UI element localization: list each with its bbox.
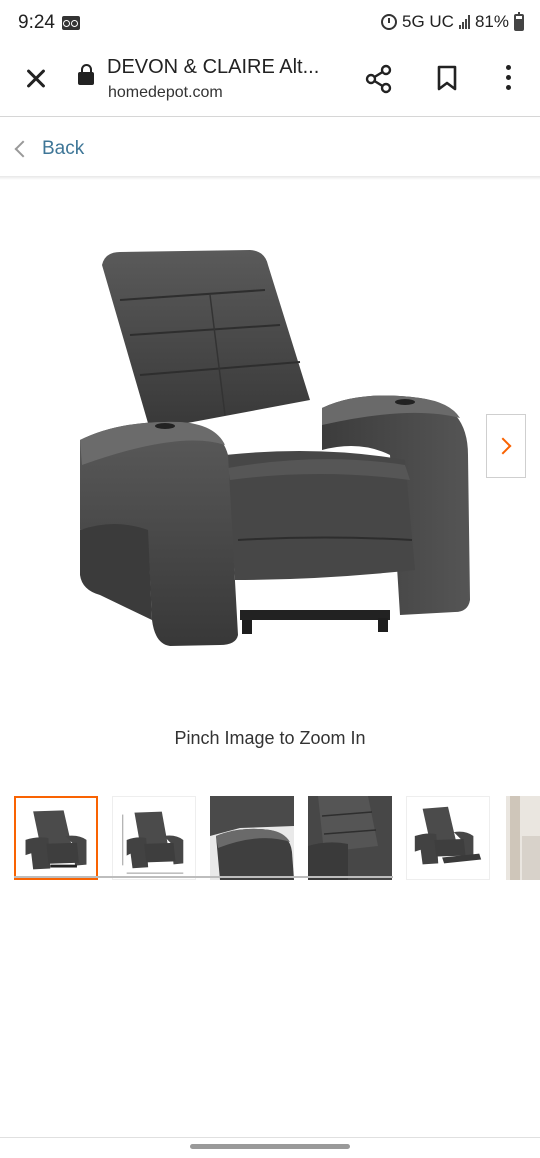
close-icon[interactable] [20, 64, 50, 94]
recliner-front-thumbnail[interactable] [14, 796, 98, 880]
armrest-closeup-thumbnail[interactable] [210, 796, 294, 880]
back-link[interactable]: Back [0, 118, 540, 178]
browser-toolbar: DEVON & CLAIRE Alt... homedepot.com [0, 46, 540, 116]
recliner-reclined-thumbnail[interactable] [406, 796, 490, 880]
alarm-icon [381, 14, 397, 30]
thumbnail-scroll-indicator [14, 876, 393, 878]
lock-icon[interactable] [78, 64, 94, 87]
backrest-closeup-thumbnail[interactable] [308, 796, 392, 880]
page-domain[interactable]: homedepot.com [108, 84, 223, 102]
battery-percent: 81% [474, 12, 509, 31]
share-icon[interactable] [364, 64, 394, 94]
recliner-dimensions-thumbnail[interactable] [112, 796, 196, 880]
battery-icon [514, 11, 524, 31]
room-scene-thumbnail[interactable] [506, 796, 540, 880]
voicemail-icon [62, 16, 80, 30]
bookmark-icon[interactable] [436, 65, 458, 91]
signal-icon [458, 15, 470, 29]
product-main-image[interactable] [60, 240, 480, 660]
back-label: Back [42, 138, 85, 159]
status-bar: 9:24 5G UC 81% [0, 0, 540, 46]
zoom-hint: Pinch Image to Zoom In [174, 728, 366, 748]
chevron-left-icon [14, 140, 32, 158]
header-shadow [0, 176, 540, 180]
thumbnail-strip[interactable] [14, 796, 540, 880]
status-right: 5G UC 81% [381, 11, 524, 32]
next-image-button[interactable] [486, 414, 526, 478]
nav-bar-divider [0, 1137, 540, 1138]
network-label: 5G UC [402, 12, 454, 31]
toolbar-divider [0, 116, 540, 117]
home-indicator[interactable] [190, 1144, 350, 1149]
page-title[interactable]: DEVON & CLAIRE Alt... [107, 56, 319, 79]
more-vert-icon[interactable] [498, 65, 518, 93]
status-time: 9:24 [18, 12, 55, 33]
